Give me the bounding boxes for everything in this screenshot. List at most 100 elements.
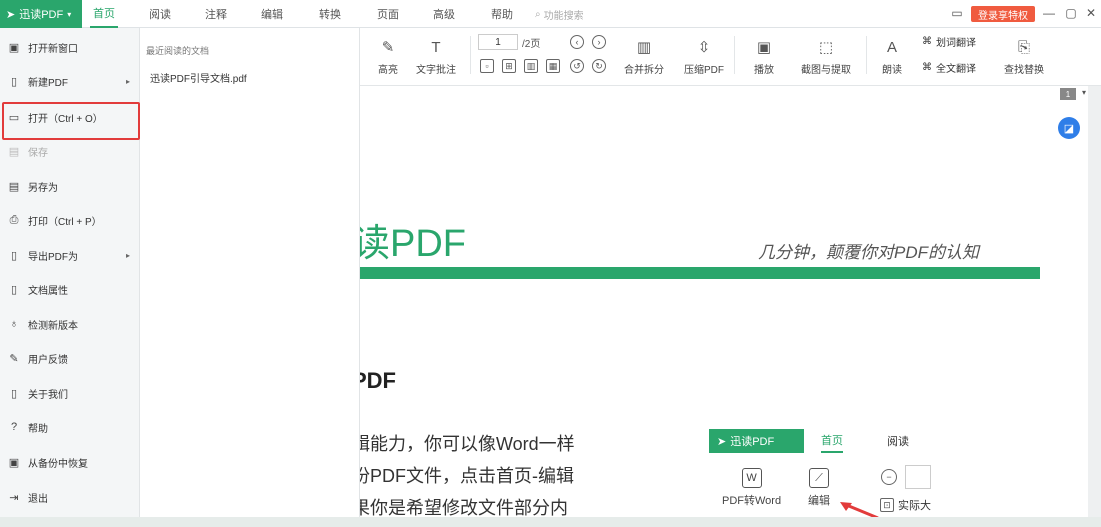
menu-about[interactable]: ▯ 关于我们	[8, 382, 136, 404]
illustration-pdf2word: W PDF转Word	[722, 468, 781, 508]
menu-item-label: 打开新窗口	[28, 43, 78, 55]
open-item-highlight-box	[2, 102, 140, 140]
menu-item-label: 关于我们	[28, 389, 68, 401]
tab-convert[interactable]: 转换	[316, 0, 344, 28]
rotate-left-icon[interactable]: ↺	[570, 59, 584, 73]
page-number-input[interactable]: 1	[478, 34, 518, 50]
tab-advanced[interactable]: 高级	[430, 0, 458, 28]
restore-icon: ▣	[8, 456, 20, 469]
save-icon: ▤	[8, 145, 20, 158]
actual-size-icon: ⊡	[880, 498, 894, 512]
screenshot-extract-tool[interactable]: ⬚ 截图与提取	[796, 28, 856, 86]
full-translate-icon: ⌘	[922, 62, 932, 73]
tab-home[interactable]: 首页	[90, 0, 118, 28]
tab-read[interactable]: 阅读	[146, 0, 174, 28]
text-note-tool[interactable]: T 文字批注	[414, 28, 458, 86]
document-canvas	[360, 86, 1088, 527]
menu-check-update[interactable]: ♁ 检测新版本	[8, 313, 136, 335]
feature-search[interactable]: ⌕ 功能搜索	[535, 7, 645, 22]
app-brand-button[interactable]: ➤ 迅读PDF ▾	[0, 0, 82, 28]
full-translate-tool[interactable]: ⌘ 全文翻译	[922, 60, 976, 75]
vertical-scrollbar[interactable]	[1088, 86, 1101, 527]
text-icon: T	[431, 38, 441, 56]
menu-save[interactable]: ▤ 保存	[8, 140, 136, 162]
login-button[interactable]: 登录享特权	[971, 6, 1035, 22]
screenshot-icon: ⬚	[818, 39, 834, 56]
restore-icon[interactable]: ▢	[1062, 4, 1080, 22]
doc-illustration-tabs: ➤ 迅读PDF 首页 阅读	[709, 429, 934, 453]
minimize-icon[interactable]: —	[1040, 4, 1058, 22]
chevron-right-icon: ▸	[125, 250, 130, 260]
menu-doc-properties[interactable]: ▯ 文档属性	[8, 278, 136, 300]
read-aloud-tool[interactable]: A 朗读	[874, 28, 910, 86]
close-icon[interactable]: ✕	[1082, 4, 1100, 22]
tab-edit[interactable]: 编辑	[258, 0, 286, 28]
menu-save-as[interactable]: ▤ 另存为	[8, 175, 136, 197]
recent-docs-panel: 最近阅读的文档 迅读PDF引导文档.pdf	[140, 28, 360, 517]
illustration-zoom-box	[905, 465, 931, 489]
menu-print[interactable]: ⎙ 打印（Ctrl + P）	[8, 209, 136, 231]
play-tool[interactable]: ▣ 播放	[746, 28, 782, 86]
double-page-icon[interactable]: ⊞	[502, 59, 516, 73]
book-icon: ▥	[636, 39, 652, 56]
export-icon: ▯	[10, 249, 18, 262]
help-icon: ?	[10, 421, 18, 433]
menu-open-new-window[interactable]: ▣ 打开新窗口	[8, 36, 136, 58]
brand-logo-icon: ➤	[717, 435, 727, 448]
menu-export-pdf[interactable]: ▯ 导出PDF为 ▸	[8, 244, 136, 266]
menu-item-label: 从备份中恢复	[28, 458, 88, 470]
tab-help[interactable]: 帮助	[488, 0, 516, 28]
find-replace-label: 查找替换	[1004, 65, 1044, 76]
menu-item-label: 用户反馈	[28, 354, 68, 366]
tab-page[interactable]: 页面	[374, 0, 402, 28]
single-page-icon[interactable]: ▫	[480, 59, 494, 73]
edit-icon: ⟋	[809, 468, 829, 488]
doc-paragraph-line: 份PDF文件，点击首页-编辑	[352, 466, 574, 486]
menu-help[interactable]: ? 帮助	[8, 416, 136, 438]
brand-logo-icon: ➤	[6, 8, 16, 21]
skin-icon[interactable]: ▭	[948, 4, 966, 22]
compress-tool[interactable]: ⇳ 压缩PDF	[682, 28, 726, 86]
illustration-edit: ⟋ 编辑	[808, 468, 830, 508]
exit-icon: ⇥	[9, 491, 19, 504]
next-page-icon[interactable]: ›	[592, 35, 606, 49]
menu-feedback[interactable]: ✎ 用户反馈	[8, 347, 136, 369]
translate-icon: ⌘	[922, 36, 932, 47]
assistant-float-button[interactable]: ◪	[1058, 117, 1080, 139]
zoom-out-icon: −	[881, 469, 897, 485]
tab-annotate[interactable]: 注释	[202, 0, 230, 28]
highlight-label: 高亮	[378, 65, 398, 76]
play-label: 播放	[754, 65, 774, 76]
recent-docs-title: 最近阅读的文档	[146, 46, 210, 56]
app-brand-label: 迅读PDF	[19, 9, 64, 21]
chevron-down-icon[interactable]: ▾	[1082, 88, 1086, 97]
title-bar: ➤ 迅读PDF ▾ 首页 阅读 注释 编辑 转换 页面 高级 帮助 ⌕ 功能搜索…	[0, 0, 1101, 28]
menu-item-label: 打印（Ctrl + P）	[28, 216, 102, 228]
window-icon: ▣	[8, 41, 20, 54]
menu-exit[interactable]: ⇥ 退出	[8, 486, 136, 508]
find-replace-icon: ⎘	[1017, 38, 1030, 56]
doc-divider	[354, 267, 1040, 279]
recent-file-item[interactable]: 迅读PDF引导文档.pdf	[150, 70, 247, 85]
find-replace-tool[interactable]: ⎘ 查找替换	[1000, 28, 1048, 86]
menu-item-label: 新建PDF	[28, 77, 68, 89]
menu-restore-backup[interactable]: ▣ 从备份中恢复	[8, 451, 136, 473]
book-view-icon[interactable]: ▦	[546, 59, 560, 73]
illustration-brand: ➤ 迅读PDF	[709, 429, 804, 453]
menu-item-label: 文档属性	[28, 285, 68, 297]
ribbon-toolbar: ✎ 高亮 T 文字批注 ▥ 合并拆分 ⇳ 压缩PDF ▣ 播放 ⬚ 截图与提取 …	[360, 28, 1101, 86]
full-translate-label: 全文翻译	[936, 64, 976, 75]
menu-new-pdf[interactable]: ▯ 新建PDF ▸	[8, 70, 136, 92]
highlight-tool[interactable]: ✎ 高亮	[368, 28, 408, 86]
prev-page-icon[interactable]: ‹	[570, 35, 584, 49]
continuous-page-icon[interactable]: ▥	[524, 59, 538, 73]
merge-split-tool[interactable]: ▥ 合并拆分	[622, 28, 666, 86]
save-as-icon: ▤	[8, 180, 20, 193]
menu-item-label: 导出PDF为	[28, 251, 78, 263]
menu-item-label: 退出	[28, 493, 48, 505]
illustration-brand-label: 迅读PDF	[730, 436, 775, 448]
rotate-right-icon[interactable]: ↻	[592, 59, 606, 73]
translate-selection-tool[interactable]: ⌘ 划词翻译	[922, 34, 976, 49]
document-icon: ▯	[10, 283, 18, 296]
status-bar	[0, 517, 1101, 527]
